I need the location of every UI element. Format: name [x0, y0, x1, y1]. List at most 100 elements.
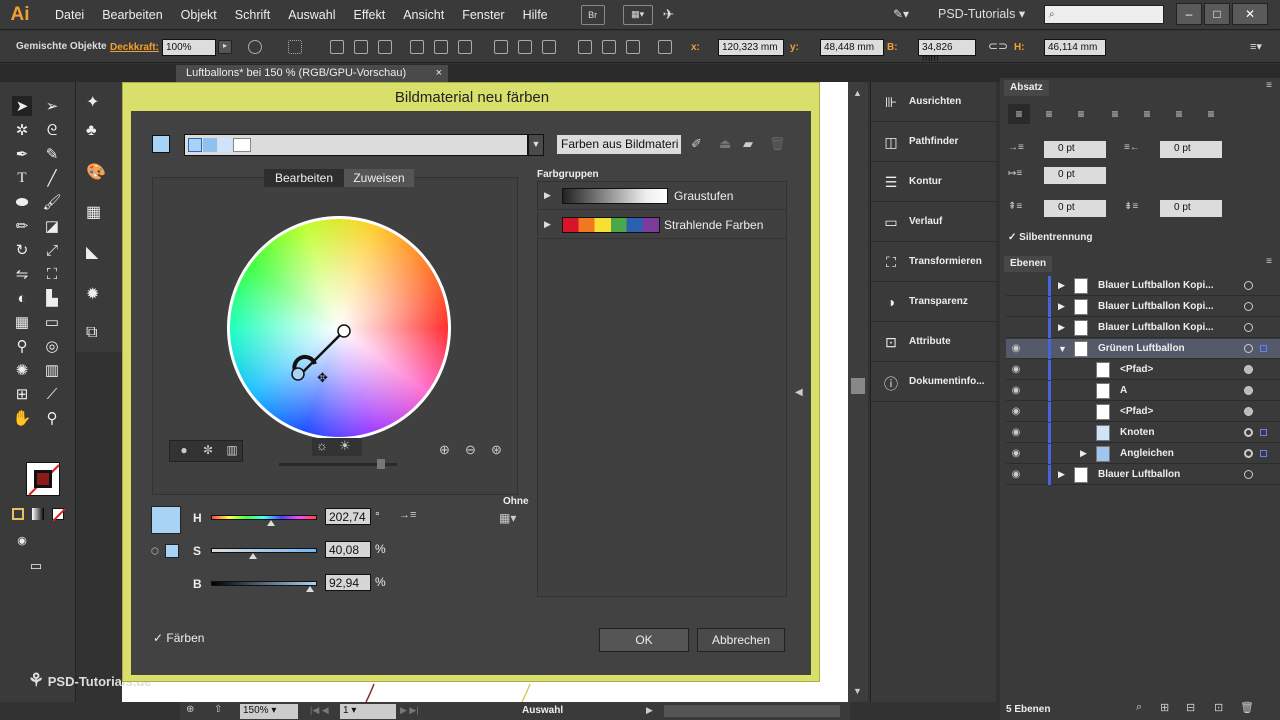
scroll-thumb[interactable]	[851, 378, 865, 394]
group-row-strahlende-farben[interactable]: ▶ Strahlende Farben	[538, 211, 786, 239]
smooth-wheel-icon[interactable]: ●	[174, 443, 194, 460]
color-group-field[interactable]	[184, 134, 528, 156]
align-bottom-icon[interactable]	[458, 40, 472, 54]
width-input[interactable]: 34,826 mm	[918, 39, 976, 64]
distribute-left-icon[interactable]	[578, 40, 592, 54]
target-icon[interactable]	[1244, 281, 1253, 290]
artboard-tool-icon[interactable]: ⊞	[12, 384, 32, 404]
scroll-down-icon[interactable]: ▼	[853, 686, 862, 696]
menu-objekt[interactable]: Objekt	[172, 8, 226, 22]
layer-row[interactable]: ◉ ▶ Blauer Luftballon	[1006, 465, 1280, 485]
tab-bearbeiten[interactable]: Bearbeiten	[264, 169, 344, 187]
layer-row[interactable]: ◉ <Pfad>	[1006, 402, 1280, 422]
selection-indicator[interactable]	[1260, 450, 1267, 457]
brightness-slider-thumb[interactable]	[377, 459, 385, 469]
zoom-tool-icon[interactable]: ⚲	[42, 408, 62, 428]
target-icon[interactable]	[1244, 407, 1253, 416]
target-icon[interactable]	[1244, 428, 1253, 437]
selection-indicator[interactable]	[1260, 429, 1267, 436]
opacity-label[interactable]: Deckkraft:	[110, 42, 159, 53]
help-search-input[interactable]: ⌕	[1044, 5, 1164, 24]
recolor-icon[interactable]	[248, 40, 262, 54]
cancel-button[interactable]: Abbrechen	[697, 628, 785, 652]
menu-fenster[interactable]: Fenster	[453, 8, 513, 22]
space-after-input[interactable]: 0 pt	[1160, 200, 1222, 217]
layer-row[interactable]: ◉ A	[1006, 381, 1280, 401]
scroll-up-icon[interactable]: ▲	[853, 88, 862, 98]
dock-transformieren[interactable]: ⛶ Transformieren	[871, 242, 997, 282]
distribute-bottom-icon[interactable]	[542, 40, 556, 54]
b-slider-thumb[interactable]	[305, 586, 314, 592]
stroke-swatch[interactable]	[34, 470, 52, 488]
close-tab-icon[interactable]: ×	[436, 67, 442, 79]
panel-menu-icon[interactable]: ≡	[1266, 80, 1272, 91]
active-color-swatch[interactable]	[152, 135, 170, 153]
visibility-eye-icon[interactable]: ◉	[1006, 427, 1026, 438]
save-group-icon[interactable]: ⏏	[719, 136, 731, 152]
dock-transparenz[interactable]: ◑ Transparenz	[871, 282, 997, 322]
perspective-grid-tool-icon[interactable]: ▙	[42, 288, 62, 308]
target-icon[interactable]	[1244, 323, 1253, 332]
maximize-button[interactable]: □	[1204, 3, 1230, 25]
distribute-top-icon[interactable]	[494, 40, 508, 54]
align-vcenter-icon[interactable]	[434, 40, 448, 54]
swatches-panel-icon[interactable]: ▦	[86, 202, 116, 226]
brushes-panel-icon[interactable]: ✦	[86, 92, 116, 116]
dock-ausrichten[interactable]: ⊪ Ausrichten	[871, 82, 997, 122]
group-swatch[interactable]	[218, 138, 232, 152]
layer-row[interactable]: ▶ Blauer Luftballon Kopi...	[1006, 276, 1280, 296]
color-bars-icon[interactable]: ▥	[222, 443, 242, 460]
ellipse-tool-icon[interactable]: ⬬	[12, 192, 32, 212]
gpu-status-icon[interactable]: ⊕	[186, 704, 194, 715]
symbols-panel-icon[interactable]: ♣	[86, 122, 116, 146]
group-swatch[interactable]	[233, 138, 251, 152]
close-window-button[interactable]: ✕	[1232, 3, 1268, 25]
line-tool-icon[interactable]: ╱	[42, 168, 62, 188]
expand-icon[interactable]: ▶	[1058, 301, 1065, 312]
color-mode-menu-icon[interactable]: →≡	[399, 509, 416, 521]
gradient-tool-icon[interactable]: ▭	[42, 312, 62, 332]
menu-ansicht[interactable]: Ansicht	[394, 8, 453, 22]
paragraph-panel-title[interactable]: Absatz	[1004, 80, 1049, 96]
layers-panel-title[interactable]: Ebenen	[1004, 256, 1053, 272]
visibility-eye-icon[interactable]: ◉	[1006, 343, 1026, 354]
layer-row[interactable]: ▶ Blauer Luftballon Kopi...	[1006, 318, 1280, 338]
visibility-eye-icon[interactable]: ◉	[1006, 406, 1026, 417]
type-tool-icon[interactable]: T	[12, 168, 32, 188]
wheel-handles[interactable]: ✥	[227, 216, 457, 446]
align-left-icon[interactable]	[330, 40, 344, 54]
toggle-groups-icon[interactable]: ◀	[795, 387, 803, 398]
menu-datei[interactable]: Datei	[46, 8, 93, 22]
menu-auswahl[interactable]: Auswahl	[279, 8, 344, 22]
hyphenation-checkbox[interactable]: ✓ Silbentrennung	[1008, 232, 1093, 243]
target-icon[interactable]	[1244, 470, 1253, 479]
target-icon[interactable]	[1244, 386, 1253, 395]
brightness-slider[interactable]	[279, 459, 397, 469]
group-swatch[interactable]	[188, 138, 202, 152]
group-swatch[interactable]	[203, 138, 217, 152]
clipping-mask-icon[interactable]: ⊞	[1160, 701, 1169, 714]
new-layer-icon[interactable]: ⊡	[1214, 701, 1223, 714]
dock-dokumentinfo[interactable]: ⓘ Dokumentinfo...	[871, 362, 997, 402]
folder-icon[interactable]: ▰	[743, 136, 753, 152]
dock-kontur[interactable]: ☰ Kontur	[871, 162, 997, 202]
justify-all-icon[interactable]: ≡	[1200, 104, 1222, 124]
remove-color-tool-icon[interactable]: ⊖	[465, 442, 476, 458]
menu-hilfe[interactable]: Hilfe	[514, 8, 557, 22]
hand-tool-icon[interactable]: ✋	[12, 408, 32, 428]
next-artboard-icon[interactable]: ▶ ▶|	[400, 705, 419, 716]
graphic-styles-panel-icon[interactable]: ⧉	[86, 324, 116, 348]
y-input[interactable]: 48,448 mm	[820, 39, 884, 56]
selection-tool-icon[interactable]: ➤	[12, 96, 32, 116]
layer-row[interactable]: ◉ ▶ Angleichen	[1006, 444, 1280, 464]
first-artboard-icon[interactable]: |◀ ◀	[310, 705, 329, 716]
locate-object-icon[interactable]: ⌕	[1136, 701, 1142, 714]
horizontal-scrollbar[interactable]	[664, 705, 840, 717]
status-menu-icon[interactable]: ▶	[646, 705, 653, 716]
vertical-scrollbar[interactable]: ▲ ▼	[848, 82, 868, 702]
none-mode-icon[interactable]	[52, 508, 66, 522]
gradient-mode-icon[interactable]	[32, 508, 44, 520]
s-slider[interactable]	[211, 548, 317, 553]
align-center-text-icon[interactable]: ≡	[1038, 104, 1060, 124]
h-slider-thumb[interactable]	[266, 520, 275, 526]
